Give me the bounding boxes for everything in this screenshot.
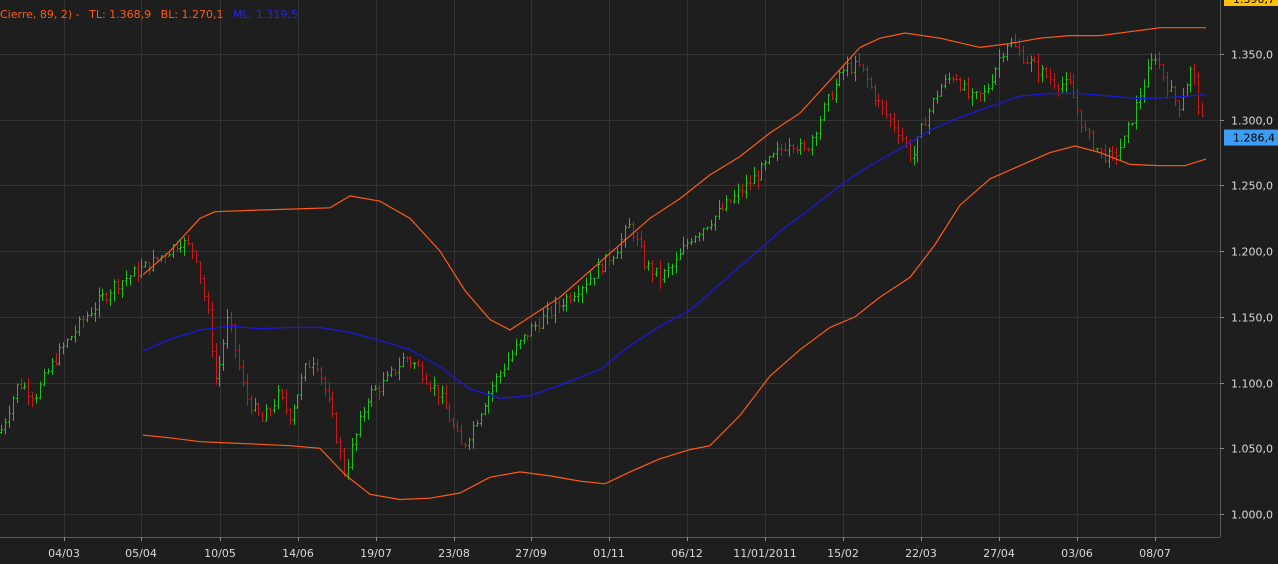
x-tick-label: 04/03 (48, 547, 80, 560)
x-tick-label: 06/12 (671, 547, 703, 560)
x-tick-label: 08/07 (1139, 547, 1171, 560)
y-tick-label: 1.250,0 (1231, 180, 1273, 193)
y-tick-label: 1.150,0 (1231, 312, 1273, 325)
y-tick-label: 1.050,0 (1231, 443, 1273, 456)
last-price-tag-label: 1.286,4 (1233, 132, 1275, 145)
y-axis-panel (1220, 0, 1278, 564)
top-price-tag-label: 1.390,7 (1233, 0, 1275, 6)
x-tick-label: 19/07 (360, 547, 392, 560)
legend-study: Cierre, 89, 2) - (0, 8, 80, 21)
lower-band-line (142, 145, 1207, 501)
bollinger-chart: Cierre, 89, 2) - TL: 1.368,9 BL: 1.270,1… (0, 0, 1278, 564)
y-tick-label: 1.100,0 (1231, 378, 1273, 391)
x-tick-label: 01/11 (593, 547, 625, 560)
legend-tl: TL: 1.368,9 (89, 8, 152, 21)
x-tick-label: 23/08 (438, 547, 470, 560)
x-tick-label: 03/06 (1061, 547, 1093, 560)
y-tick-label: 1.200,0 (1231, 246, 1273, 259)
x-tick-label: 10/05 (204, 547, 236, 560)
x-tick-label: 05/04 (125, 547, 157, 560)
legend-bl: BL: 1.270,1 (160, 8, 224, 21)
legend-ml: ML: 1.319,5 (233, 8, 298, 21)
y-tick-label: 1.350,0 (1231, 49, 1273, 62)
x-tick-label: 15/02 (827, 547, 859, 560)
x-tick-label: 27/04 (983, 547, 1015, 560)
x-tick-label: 22/03 (905, 547, 937, 560)
y-tick-label: 1.000,0 (1231, 509, 1273, 522)
x-tick-label: 14/06 (282, 547, 314, 560)
chart-plot[interactable]: 1.000,0 1.050,0 1.100,0 1.150,0 1.200,0 1.250… (0, 0, 1278, 564)
y-tick-label: 1.300,0 (1231, 115, 1273, 128)
x-tick-label: 11/01/2011 (733, 547, 796, 560)
indicator-legend: Cierre, 89, 2) - TL: 1.368,9 BL: 1.270,1… (0, 8, 304, 21)
x-tick-label: 27/09 (515, 547, 547, 560)
middle-band-line (142, 92, 1207, 400)
